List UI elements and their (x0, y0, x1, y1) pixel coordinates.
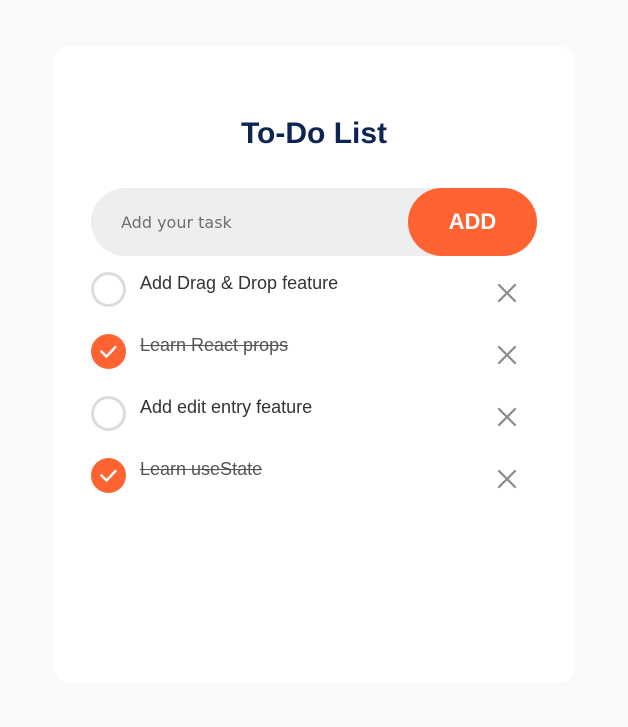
close-icon[interactable] (495, 343, 519, 367)
check-icon[interactable] (91, 458, 126, 493)
task-item[interactable]: Learn useState (91, 450, 537, 512)
add-button[interactable]: ADD (408, 188, 537, 256)
close-icon[interactable] (495, 467, 519, 491)
todo-card: To-Do List ADD Add Drag & Drop feature L… (53, 46, 575, 683)
check-icon[interactable] (91, 334, 126, 369)
check-icon[interactable] (91, 396, 126, 431)
add-task-row: ADD (91, 188, 537, 256)
task-text: Learn React props (140, 335, 289, 355)
task-text: Add edit entry feature (140, 397, 313, 417)
task-text: Add Drag & Drop feature (140, 273, 339, 293)
task-item[interactable]: Add edit entry feature (91, 388, 537, 450)
check-icon[interactable] (91, 272, 126, 307)
task-list: Add Drag & Drop feature Learn React prop… (91, 264, 537, 512)
task-input[interactable] (91, 188, 391, 256)
close-icon[interactable] (495, 281, 519, 305)
task-item[interactable]: Learn React props (91, 326, 537, 388)
page-title: To-Do List (240, 117, 388, 150)
task-item[interactable]: Add Drag & Drop feature (91, 264, 537, 326)
close-icon[interactable] (495, 405, 519, 429)
task-text: Learn useState (140, 459, 263, 479)
